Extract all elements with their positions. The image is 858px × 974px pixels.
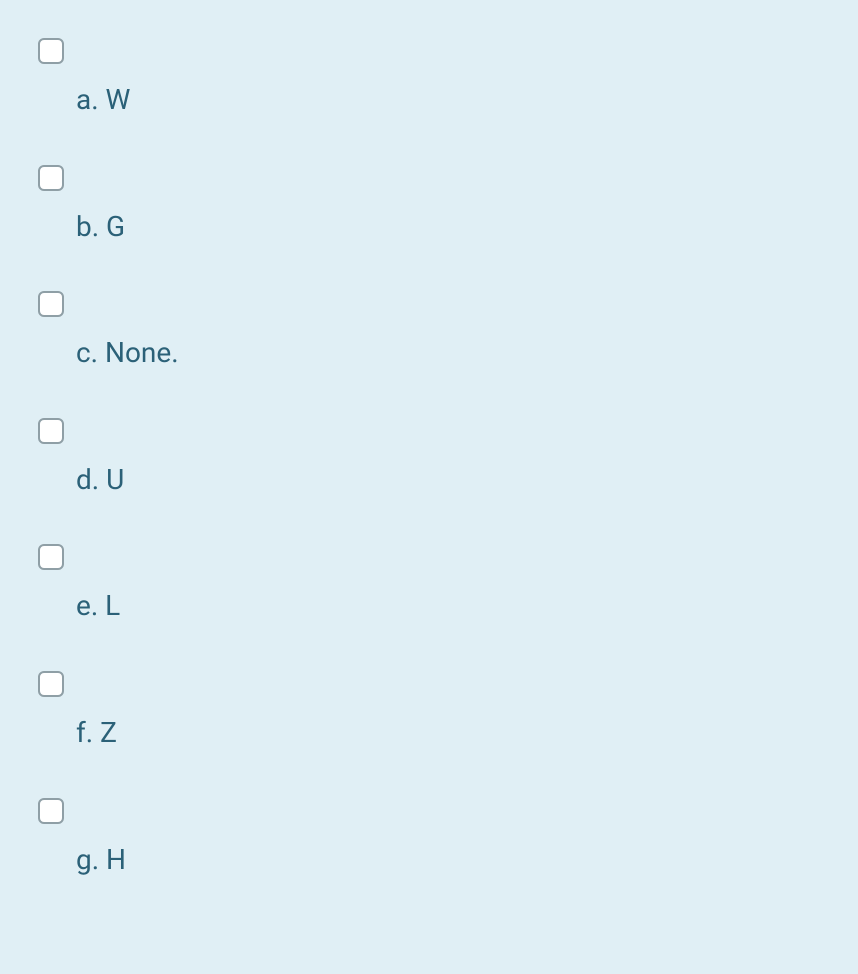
option-item-e: e. L [38,544,820,623]
option-item-d: d. U [38,418,820,497]
option-item-b: b. G [38,165,820,244]
option-label-a: a. W [38,83,130,117]
option-label-e: e. L [38,589,120,623]
options-list: a. W b. G c. None. d. U e. L f. Z g. H [38,38,820,924]
checkbox-b[interactable] [38,165,64,191]
option-label-c: c. None. [38,336,179,370]
checkbox-a[interactable] [38,38,64,64]
option-label-f: f. Z [38,716,117,750]
checkbox-f[interactable] [38,671,64,697]
option-label-b: b. G [38,210,125,244]
checkbox-e[interactable] [38,544,64,570]
option-item-c: c. None. [38,291,820,370]
checkbox-c[interactable] [38,291,64,317]
option-label-d: d. U [38,463,124,497]
option-item-a: a. W [38,38,820,117]
option-item-f: f. Z [38,671,820,750]
checkbox-d[interactable] [38,418,64,444]
option-item-g: g. H [38,798,820,877]
checkbox-g[interactable] [38,798,64,824]
option-label-g: g. H [38,843,126,877]
